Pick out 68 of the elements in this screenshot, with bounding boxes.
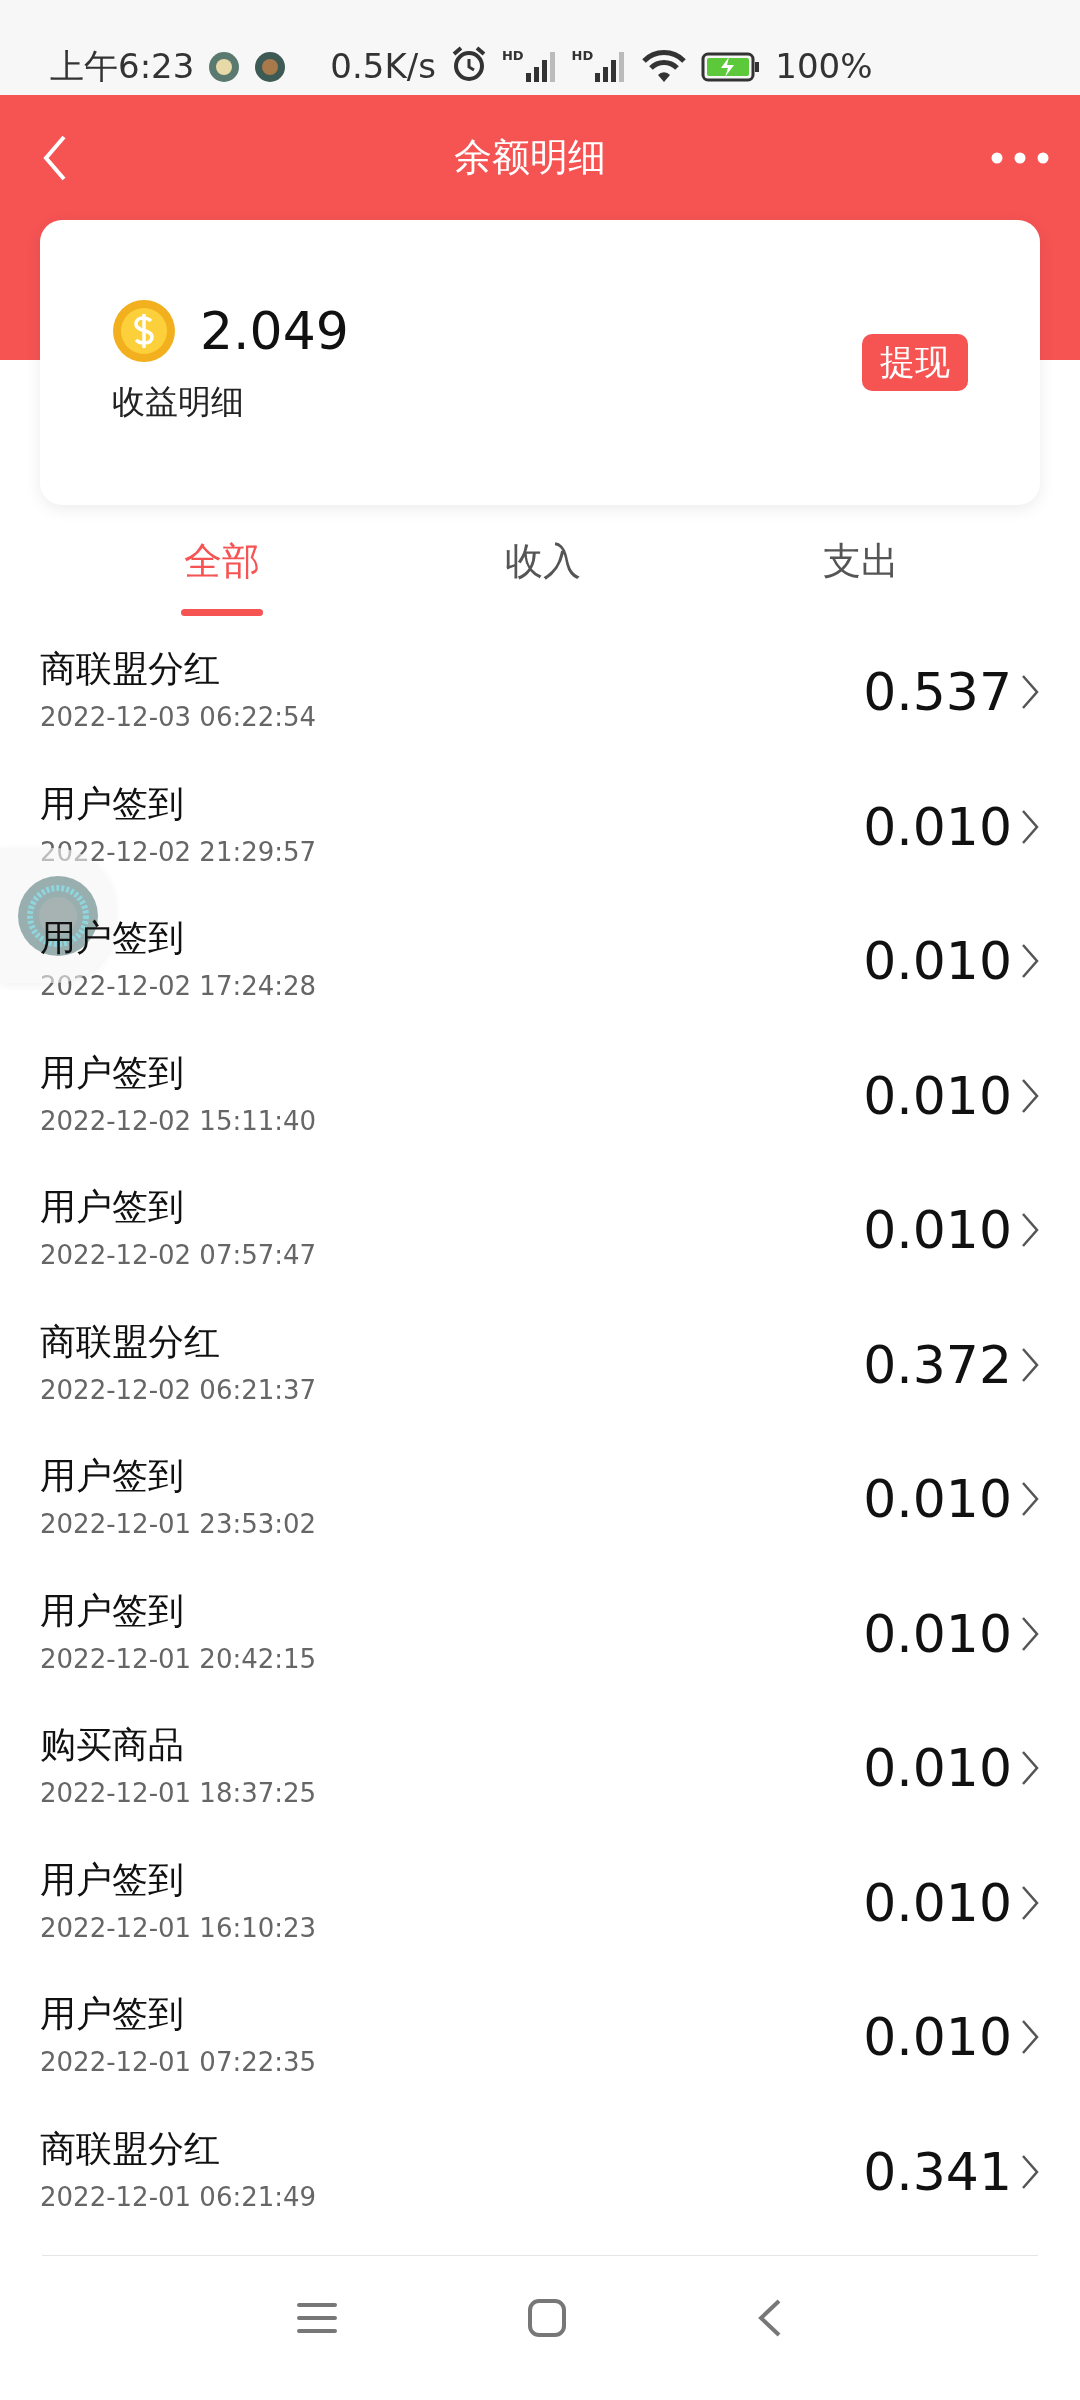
record-time: 2022-12-01 23:53:02 (40, 1508, 317, 1542)
record-amount: 0.010 (863, 1742, 1012, 1795)
back-icon[interactable] (757, 2298, 783, 2338)
record-title: 用户签到 (40, 916, 185, 960)
record-time: 2022-12-02 07:57:47 (40, 1239, 317, 1273)
record-time: 2022-12-02 21:29:57 (40, 835, 317, 869)
record-time: 2022-12-01 06:21:49 (40, 2180, 317, 2214)
record-time: 2022-12-01 18:37:25 (40, 1777, 317, 1811)
record-title: 商联盟分红 (40, 2126, 221, 2170)
record-amount: 0.010 (863, 935, 1012, 988)
home-icon[interactable] (527, 2298, 567, 2338)
record-amount: 0.010 (863, 1607, 1012, 1660)
record-time: 2022-12-01 07:22:35 (40, 2046, 317, 2080)
network-type-label: HD (571, 49, 594, 62)
record-row[interactable]: 用户签到 2022-12-02 17:24:28 0.010 (40, 894, 1040, 1029)
record-amount: 0.010 (863, 800, 1012, 853)
record-row[interactable]: 用户签到 2022-12-02 15:11:40 0.010 (40, 1028, 1040, 1163)
record-time: 2022-12-02 06:21:37 (40, 1373, 317, 1407)
record-time: 2022-12-02 15:11:40 (40, 1104, 317, 1138)
record-time: 2022-12-02 17:24:28 (40, 970, 317, 1004)
record-row[interactable]: 用户签到 2022-12-01 07:22:35 0.010 (40, 1970, 1040, 2105)
filter-tab[interactable]: 支出 (823, 527, 899, 609)
record-title: 商联盟分红 (40, 1319, 221, 1363)
battery-percentage: 100% (775, 49, 873, 83)
record-row[interactable]: 用户签到 2022-12-02 07:57:47 0.010 (40, 1163, 1040, 1298)
balance-amount: 2.049 (200, 304, 349, 357)
network-type-label: HD (501, 49, 524, 62)
record-time: 2022-12-01 20:42:15 (40, 1642, 317, 1676)
record-amount: 0.010 (863, 1069, 1012, 1122)
page-title: 余额明细 (454, 134, 606, 181)
signal-icon (523, 49, 558, 83)
record-row[interactable]: 用户签到 2022-12-02 21:29:57 0.010 (40, 759, 1040, 894)
record-row[interactable]: 用户签到 2022-12-01 16:10:23 0.010 (40, 1835, 1040, 1970)
record-row[interactable]: 商联盟分红 2022-12-03 06:22:54 0.537 (40, 625, 1040, 760)
record-row[interactable]: 用户签到 2022-12-01 23:53:02 0.010 (40, 1432, 1040, 1567)
record-amount: 0.010 (863, 1204, 1012, 1257)
record-title: 用户签到 (40, 1185, 185, 1229)
record-title: 商联盟分红 (40, 647, 221, 691)
wifi-icon (641, 49, 688, 83)
record-title: 用户签到 (40, 1050, 185, 1094)
record-title: 用户签到 (40, 781, 185, 825)
record-amount: 0.010 (863, 1876, 1012, 1929)
record-amount: 0.010 (863, 2011, 1012, 2064)
record-row[interactable]: 商联盟分红 2022-12-02 06:21:37 0.372 (40, 1297, 1040, 1432)
record-row[interactable]: 购买商品 2022-12-01 18:37:25 0.010 (40, 1701, 1040, 1836)
battery-charging-icon (701, 51, 762, 83)
clock-time: 上午6:23 (50, 49, 195, 83)
record-time: 2022-12-01 16:10:23 (40, 1911, 317, 1945)
earnings-detail-label: 收益明细 (112, 380, 245, 423)
record-row[interactable]: 用户签到 2022-12-01 20:42:15 0.010 (40, 1566, 1040, 1701)
filter-tab[interactable]: 收入 (505, 527, 581, 609)
record-amount: 0.372 (863, 1338, 1012, 1391)
network-speed: 0.5K/s (330, 49, 436, 83)
record-amount: 0.537 (863, 666, 1012, 719)
more-icon (990, 151, 1050, 165)
record-title: 用户签到 (40, 1992, 185, 2036)
record-title: 用户签到 (40, 1857, 185, 1901)
record-row[interactable]: 商联盟分红 2022-12-01 06:21:49 0.341 (40, 2104, 1040, 2239)
record-title: 用户签到 (40, 1588, 185, 1632)
record-amount: 0.010 (863, 1473, 1012, 1526)
app-icon (208, 51, 241, 83)
menu-icon[interactable] (297, 2301, 337, 2335)
app-icon (254, 51, 287, 83)
record-time: 2022-12-03 06:22:54 (40, 701, 317, 735)
coin-icon (112, 298, 176, 363)
record-title: 购买商品 (40, 1723, 185, 1767)
record-amount: 0.341 (863, 2145, 1012, 2198)
record-title: 用户签到 (40, 1454, 185, 1498)
